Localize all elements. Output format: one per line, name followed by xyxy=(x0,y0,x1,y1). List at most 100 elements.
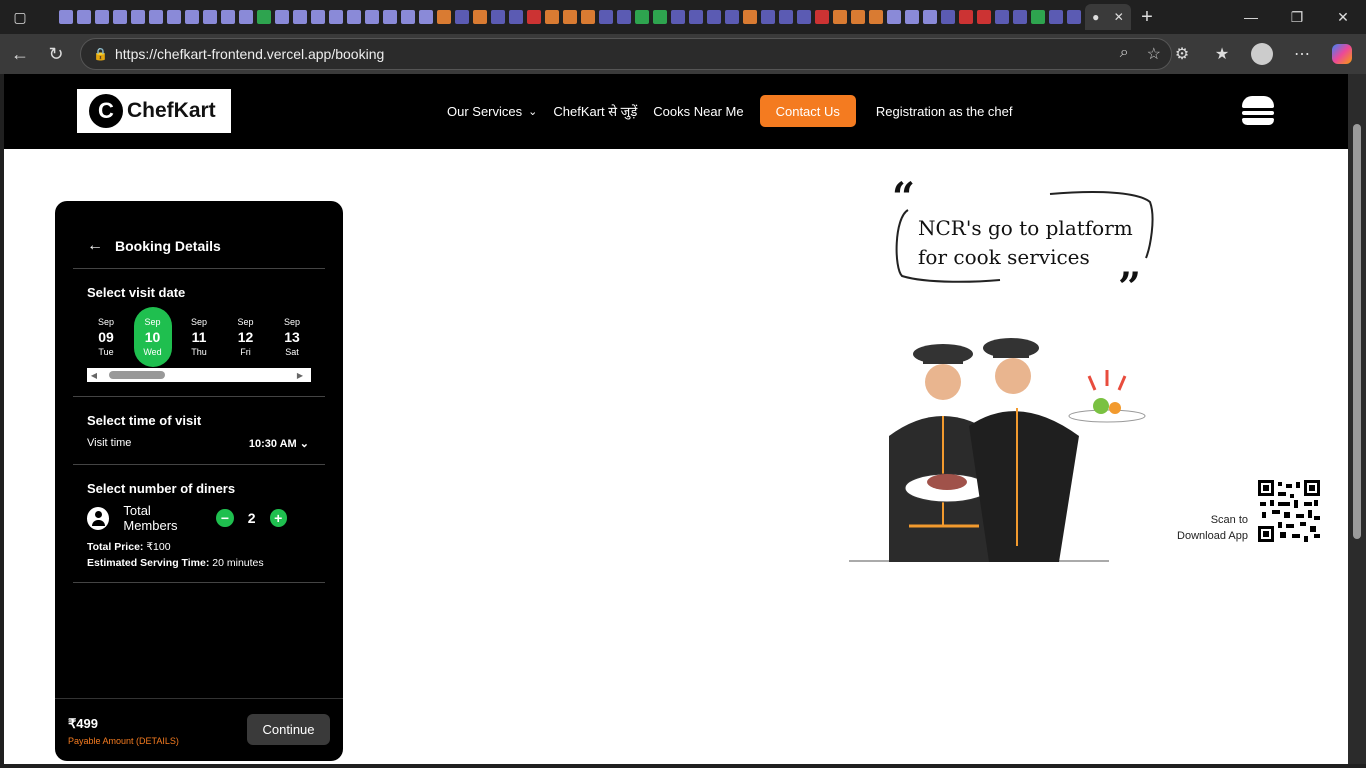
chefkart-logo[interactable]: C ChefKart xyxy=(77,89,231,133)
pinned-tab[interactable] xyxy=(113,10,127,24)
refresh-icon[interactable]: ↻ xyxy=(38,36,74,72)
copilot-icon[interactable] xyxy=(1328,38,1356,70)
pinned-tab[interactable] xyxy=(77,10,91,24)
active-tab[interactable]: ● ✕ xyxy=(1085,4,1131,30)
pinned-tab[interactable] xyxy=(887,10,901,24)
pinned-tab[interactable] xyxy=(1067,10,1081,24)
nav-join-chefkart[interactable]: ChefKart से जुड़ें xyxy=(553,102,637,120)
more-menu-icon[interactable]: ⋯ xyxy=(1288,38,1316,70)
pinned-tab[interactable] xyxy=(311,10,325,24)
pinned-tab[interactable] xyxy=(491,10,505,24)
pinned-tab[interactable] xyxy=(275,10,289,24)
pinned-tab[interactable] xyxy=(257,10,271,24)
pinned-tab[interactable] xyxy=(185,10,199,24)
pinned-tab[interactable] xyxy=(599,10,613,24)
new-tab-button[interactable]: + xyxy=(1132,6,1162,29)
date-option[interactable]: Sep 12 Fri xyxy=(227,307,265,367)
pinned-tab[interactable] xyxy=(545,10,559,24)
qr-code-icon[interactable] xyxy=(1258,480,1320,542)
pinned-tab[interactable] xyxy=(797,10,811,24)
pinned-tab[interactable] xyxy=(671,10,685,24)
decrement-button[interactable]: − xyxy=(216,509,234,527)
pinned-tab[interactable] xyxy=(581,10,595,24)
date-option-selected[interactable]: Sep 10 Wed xyxy=(133,307,172,367)
close-tab-icon[interactable]: ✕ xyxy=(1114,10,1124,24)
pinned-tab[interactable] xyxy=(239,10,253,24)
pinned-tab[interactable] xyxy=(59,10,73,24)
minimize-icon[interactable]: — xyxy=(1228,0,1274,34)
nav-cooks-near-me[interactable]: Cooks Near Me xyxy=(653,104,743,119)
pinned-tab[interactable] xyxy=(653,10,667,24)
pinned-tab[interactable] xyxy=(1031,10,1045,24)
close-window-icon[interactable]: ✕ xyxy=(1320,0,1366,34)
pinned-tab[interactable] xyxy=(905,10,919,24)
pinned-tab[interactable] xyxy=(293,10,307,24)
pinned-tab[interactable] xyxy=(779,10,793,24)
pinned-tab[interactable] xyxy=(401,10,415,24)
nav-registration-chef[interactable]: Registration as the chef xyxy=(876,104,1013,119)
date-option[interactable]: Sep 11 Thu xyxy=(180,307,218,367)
pinned-tab[interactable] xyxy=(941,10,955,24)
zoom-icon[interactable]: ⌕ xyxy=(1120,44,1129,64)
scroll-right-icon[interactable]: ▶ xyxy=(293,371,307,380)
back-arrow-icon[interactable]: ← xyxy=(87,237,103,255)
continue-button[interactable]: Continue xyxy=(247,714,330,745)
extensions-icon[interactable]: ⚙ xyxy=(1168,38,1196,70)
pinned-tab[interactable] xyxy=(851,10,865,24)
url-input[interactable]: 🔒 https://chefkart-frontend.vercel.app/b… xyxy=(80,38,1172,70)
pinned-tab[interactable] xyxy=(527,10,541,24)
pinned-tab[interactable] xyxy=(815,10,829,24)
restore-icon[interactable]: ❐ xyxy=(1274,0,1320,34)
page-scrollbar[interactable] xyxy=(1348,74,1366,764)
burger-menu-icon[interactable] xyxy=(1242,96,1274,126)
pinned-tab[interactable] xyxy=(509,10,523,24)
pinned-tab[interactable] xyxy=(977,10,991,24)
pinned-tab[interactable] xyxy=(167,10,181,24)
nav-our-services[interactable]: Our Services ⌄ xyxy=(447,104,537,119)
increment-button[interactable]: + xyxy=(269,509,288,527)
pinned-tab[interactable] xyxy=(923,10,937,24)
pinned-tab[interactable] xyxy=(1049,10,1063,24)
pinned-tab[interactable] xyxy=(1013,10,1027,24)
pinned-tab[interactable] xyxy=(833,10,847,24)
favorite-star-icon[interactable]: ☆ xyxy=(1147,44,1161,64)
pinned-tab[interactable] xyxy=(869,10,883,24)
pinned-tab[interactable] xyxy=(383,10,397,24)
pinned-tab[interactable] xyxy=(329,10,343,24)
pinned-tab[interactable] xyxy=(617,10,631,24)
pinned-tab[interactable] xyxy=(707,10,721,24)
page-scrollbar-thumb[interactable] xyxy=(1353,124,1361,539)
pinned-tab[interactable] xyxy=(131,10,145,24)
date-scrollbar[interactable]: ◀ ▶ xyxy=(87,368,311,382)
pinned-tab[interactable] xyxy=(347,10,361,24)
scrollbar-thumb[interactable] xyxy=(109,371,165,379)
pinned-tab[interactable] xyxy=(365,10,379,24)
pinned-tab[interactable] xyxy=(95,10,109,24)
tab-actions-icon[interactable]: ▢ xyxy=(0,0,40,34)
contact-us-button[interactable]: Contact Us xyxy=(759,95,856,127)
pinned-tab[interactable] xyxy=(455,10,469,24)
back-icon[interactable]: ← xyxy=(2,36,38,72)
pinned-tab[interactable] xyxy=(563,10,577,24)
pinned-tab[interactable] xyxy=(635,10,649,24)
visit-time-select[interactable]: 10:30 AM ⌄ xyxy=(249,437,309,450)
payable-details-link[interactable]: Payable Amount (DETAILS) xyxy=(68,736,179,746)
pinned-tab[interactable] xyxy=(689,10,703,24)
pinned-tab[interactable] xyxy=(725,10,739,24)
pinned-tab[interactable] xyxy=(995,10,1009,24)
pinned-tab[interactable] xyxy=(743,10,757,24)
site-info-icon[interactable]: 🔒 xyxy=(93,47,115,61)
date-option[interactable]: Sep 09 Tue xyxy=(87,307,125,367)
pinned-tab[interactable] xyxy=(473,10,487,24)
pinned-tab[interactable] xyxy=(437,10,451,24)
favorites-icon[interactable]: ★ xyxy=(1208,38,1236,70)
pinned-tab[interactable] xyxy=(221,10,235,24)
pinned-tab[interactable] xyxy=(203,10,217,24)
date-option[interactable]: Sep 13 Sat xyxy=(273,307,311,367)
pinned-tab[interactable] xyxy=(149,10,163,24)
scroll-left-icon[interactable]: ◀ xyxy=(87,371,101,380)
pinned-tab[interactable] xyxy=(419,10,433,24)
pinned-tab[interactable] xyxy=(959,10,973,24)
profile-avatar[interactable] xyxy=(1248,38,1276,70)
pinned-tab[interactable] xyxy=(761,10,775,24)
